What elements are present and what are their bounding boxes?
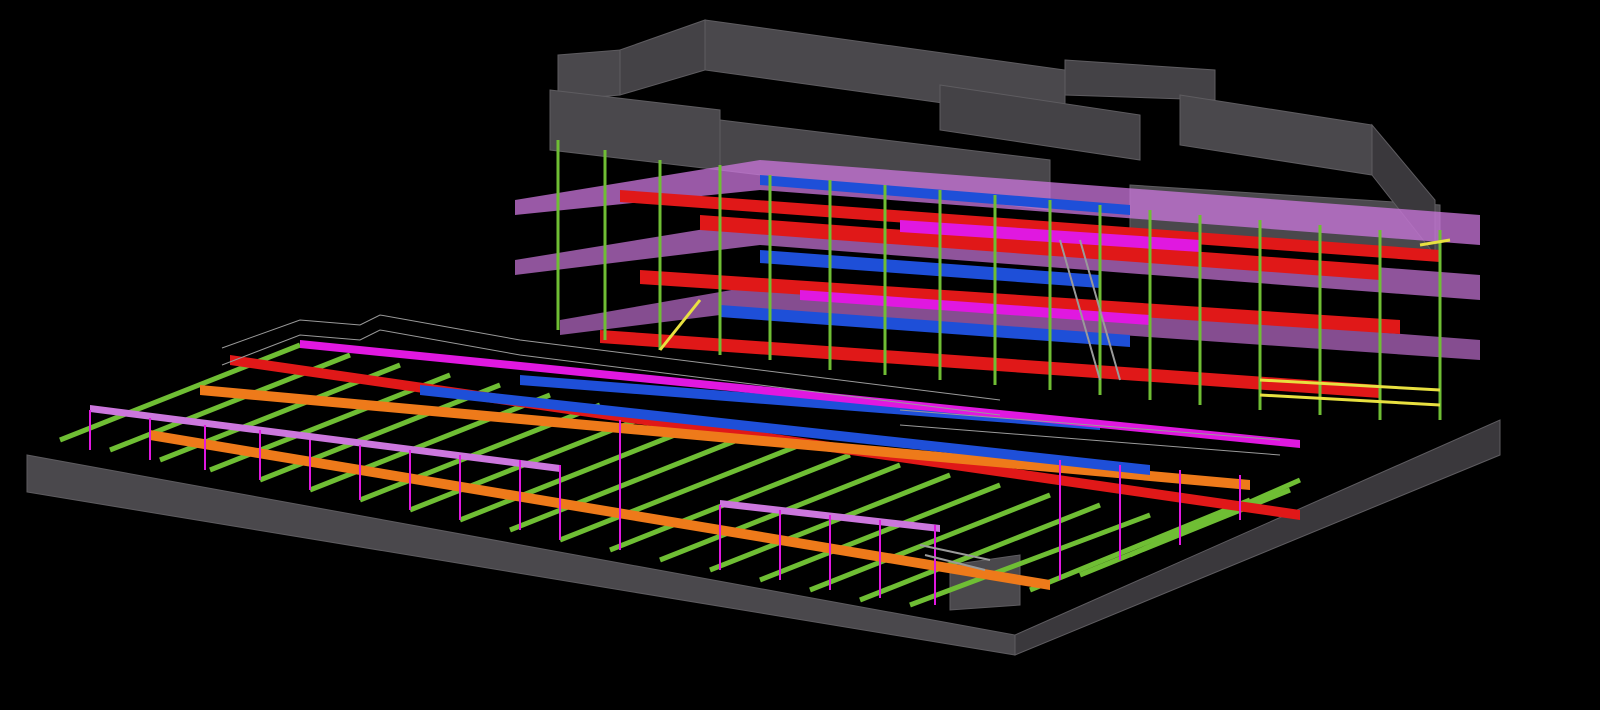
3d-model-viewport[interactable] [0,0,1600,710]
structural-steel-model [26,19,1501,656]
